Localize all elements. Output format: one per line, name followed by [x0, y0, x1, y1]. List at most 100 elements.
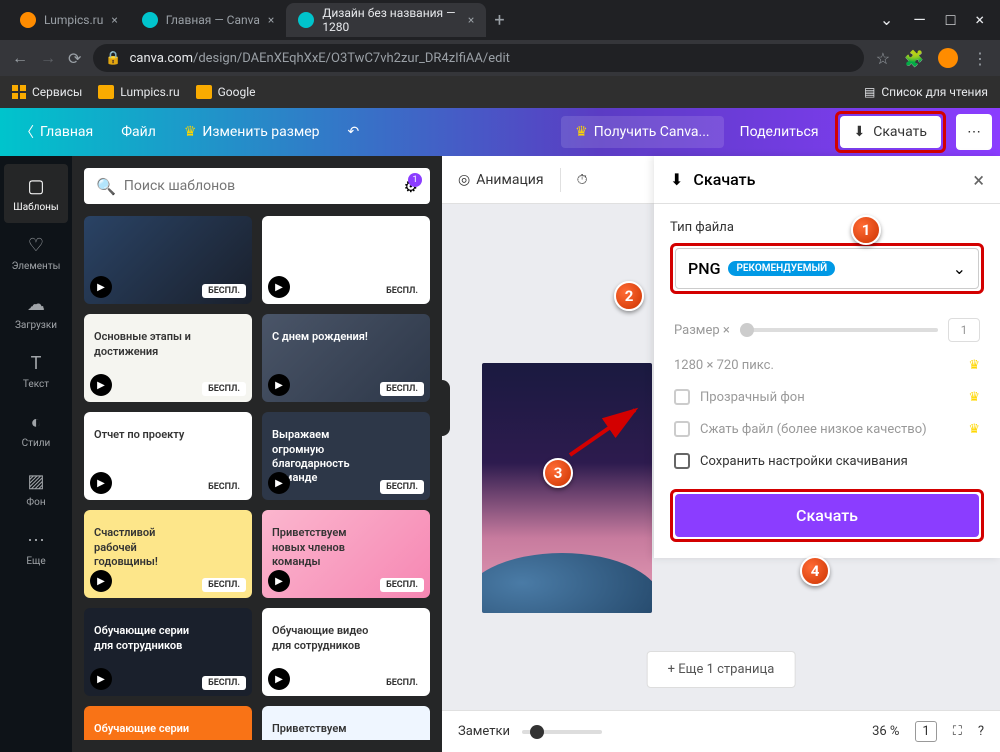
resize-button[interactable]: ♛Изменить размер — [172, 116, 332, 148]
free-badge: БЕСПЛ. — [380, 382, 424, 396]
transparent-checkbox[interactable] — [674, 389, 690, 405]
notes-button[interactable]: Заметки — [458, 724, 510, 739]
template-title: Основные этапы и достижения — [94, 330, 194, 359]
browser-tab[interactable]: Главная — Canva × — [130, 3, 287, 37]
play-icon: ▶ — [90, 276, 112, 298]
maximize-icon[interactable]: □ — [946, 10, 956, 30]
template-title: Обучающие серии для сотрудников — [94, 624, 194, 653]
page-indicator[interactable]: 1 — [915, 721, 936, 742]
panel-title: Скачать — [693, 170, 755, 189]
close-icon[interactable]: × — [268, 13, 274, 27]
template-title: Приветствуем новых членов команды — [272, 526, 372, 569]
star-icon[interactable]: ☆ — [876, 49, 890, 68]
download-button[interactable]: ⬇ Скачать — [840, 116, 942, 148]
free-badge: БЕСПЛ. — [380, 578, 424, 592]
size-slider[interactable] — [740, 328, 938, 332]
download-confirm-button[interactable]: Скачать — [675, 494, 979, 537]
sidebar-templates[interactable]: ▢Шаблоны — [4, 164, 68, 223]
zoom-level[interactable]: 36 % — [872, 724, 899, 739]
close-icon[interactable]: × — [468, 13, 474, 27]
file-type-label: Тип файла — [670, 220, 984, 235]
get-pro-button[interactable]: ♛Получить Canva... — [561, 116, 723, 148]
browser-tab[interactable]: Lumpics.ru × — [8, 3, 130, 37]
bookmark-item[interactable]: Google — [196, 85, 256, 99]
template-card[interactable]: ▶БЕСПЛ. — [262, 216, 430, 304]
crown-icon: ♛ — [184, 124, 197, 140]
template-card[interactable]: Отчет по проекту▶БЕСПЛ. — [84, 412, 252, 500]
template-card[interactable]: Обучающие серии для сотрудников▶БЕСПЛ. — [84, 608, 252, 696]
play-icon: ▶ — [90, 570, 112, 592]
reading-list-button[interactable]: ▤ Список для чтения — [864, 85, 988, 99]
menu-icon[interactable]: ⋮ — [972, 49, 988, 68]
template-card[interactable]: Приветствуем новых членов команды▶БЕСПЛ. — [262, 510, 430, 598]
extension-icon[interactable]: 🧩 — [904, 49, 924, 68]
filter-button[interactable]: ⚙ 1 — [404, 177, 418, 196]
play-icon: ▶ — [268, 472, 290, 494]
zoom-slider[interactable] — [522, 730, 602, 734]
sidebar-uploads[interactable]: ☁Загрузки — [0, 282, 72, 341]
share-button[interactable]: Поделиться — [728, 116, 831, 148]
crown-icon: ♛ — [968, 390, 980, 405]
back-button[interactable]: ← — [12, 48, 28, 68]
crown-icon: ♛ — [575, 124, 588, 140]
annotation-3: 3 — [543, 458, 573, 488]
timer-icon: ⏱ — [577, 172, 588, 188]
more-button[interactable]: ⋯ — [956, 114, 992, 150]
template-card[interactable]: Основные этапы и достижения▶БЕСПЛ. — [84, 314, 252, 402]
sidebar-elements[interactable]: ♡Элементы — [0, 223, 72, 282]
fullscreen-icon[interactable]: ⛶ — [953, 724, 962, 739]
forward-button[interactable]: → — [40, 48, 56, 68]
template-card[interactable]: Счастливой рабочей годовщины!▶БЕСПЛ. — [84, 510, 252, 598]
compress-checkbox[interactable] — [674, 421, 690, 437]
template-card[interactable]: ▶БЕСПЛ. — [84, 216, 252, 304]
help-icon[interactable]: ? — [978, 724, 984, 739]
animation-button[interactable]: ◎Анимация — [458, 172, 544, 188]
undo-icon: ↶ — [348, 124, 360, 140]
play-icon: ▶ — [90, 668, 112, 690]
apps-button[interactable]: Сервисы — [12, 85, 82, 99]
close-window-icon[interactable]: × — [975, 10, 984, 30]
close-panel-button[interactable]: × — [973, 168, 984, 192]
search-box[interactable]: 🔍 ⚙ 1 — [84, 168, 430, 204]
browser-tab-active[interactable]: Дизайн без названия — 1280 × — [286, 3, 486, 37]
lock-icon: 🔒 — [105, 51, 121, 66]
play-icon: ▶ — [90, 472, 112, 494]
more-icon: ⋯ — [24, 528, 48, 552]
address-bar[interactable]: 🔒 canva.com/design/DAEnXEqhXxE/O3TwC7vh2… — [93, 44, 863, 72]
file-type-select[interactable]: PNG РЕКОМЕНДУЕМЫЙ ⌄ — [675, 248, 979, 289]
search-icon: 🔍 — [96, 177, 116, 196]
sidebar-styles[interactable]: ◐Стили — [0, 400, 72, 459]
template-card[interactable]: Обучающие серии для▶БЕСПЛ. — [84, 706, 252, 740]
minimize-icon[interactable]: — — [913, 10, 926, 30]
list-icon: ▤ — [864, 85, 875, 99]
template-card[interactable]: Выражаем огромную благодарность команде▶… — [262, 412, 430, 500]
panel-collapse-handle[interactable] — [436, 380, 450, 436]
dimensions-text: 1280 × 720 пикс. — [674, 358, 774, 373]
template-title: Отчет по проекту — [94, 428, 184, 442]
template-card[interactable]: Приветствуем новых▶БЕСПЛ. — [262, 706, 430, 740]
background-icon: ▨ — [24, 469, 48, 493]
bookmark-item[interactable]: Lumpics.ru — [98, 85, 179, 99]
chevron-down-icon[interactable]: ⌄ — [880, 10, 893, 30]
play-icon: ▶ — [268, 374, 290, 396]
close-icon[interactable]: × — [111, 13, 117, 27]
profile-icon[interactable] — [938, 48, 958, 68]
new-tab-button[interactable]: + — [486, 10, 512, 31]
sidebar-more[interactable]: ⋯Еще — [0, 518, 72, 577]
timer-button[interactable]: ⏱ — [577, 172, 588, 188]
search-input[interactable] — [124, 178, 396, 194]
template-title: Обучающие видео для сотрудников — [272, 624, 372, 653]
more-pages-button[interactable]: + Еще 1 страница — [647, 651, 796, 688]
home-button[interactable]: 〈Главная — [8, 114, 105, 150]
sidebar-text[interactable]: TТекст — [0, 341, 72, 400]
save-settings-checkbox[interactable] — [674, 453, 690, 469]
template-card[interactable]: С днем рождения!▶БЕСПЛ. — [262, 314, 430, 402]
animation-icon: ◎ — [458, 172, 470, 188]
sidebar-background[interactable]: ▨Фон — [0, 459, 72, 518]
undo-button[interactable]: ↶ — [336, 116, 372, 148]
template-title: Приветствуем новых — [272, 722, 372, 740]
template-card[interactable]: Обучающие видео для сотрудников▶БЕСПЛ. — [262, 608, 430, 696]
file-menu[interactable]: Файл — [109, 116, 168, 148]
size-input[interactable] — [948, 318, 980, 342]
reload-button[interactable]: ⟳ — [68, 49, 81, 68]
